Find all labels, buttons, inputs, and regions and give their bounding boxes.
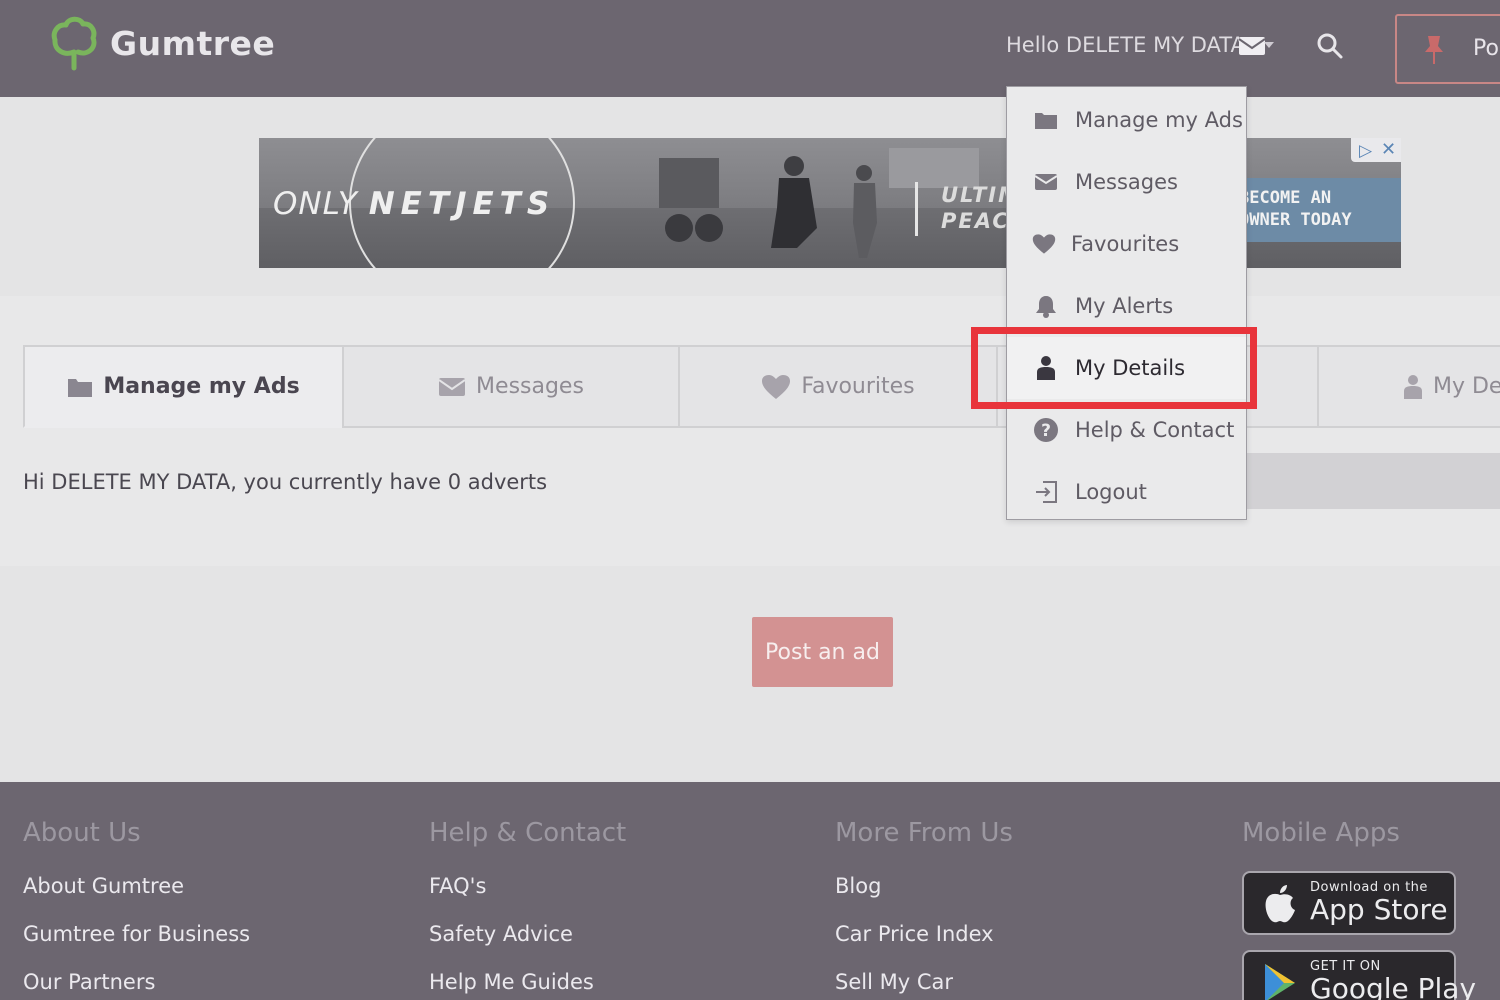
footer-link[interactable]: About Gumtree bbox=[23, 874, 250, 898]
envelope-icon bbox=[438, 377, 466, 397]
tab-favourites[interactable]: Favourites bbox=[678, 345, 998, 428]
google-play-badge[interactable]: GET IT ON Google Play bbox=[1242, 950, 1476, 1000]
ad-cta-line-2: OWNER TODAY bbox=[1239, 210, 1352, 230]
side-panel-bar bbox=[1246, 453, 1500, 509]
ad-cta[interactable]: BECOME AN OWNER TODAY bbox=[1231, 178, 1401, 242]
app-store-badge[interactable]: Download on the App Store bbox=[1242, 871, 1456, 935]
account-band bbox=[0, 296, 1500, 566]
footer-link[interactable]: Safety Advice bbox=[429, 922, 626, 946]
footer-column-apps: Mobile Apps bbox=[1242, 818, 1400, 874]
footer-column-more: More From Us Blog Car Price Index Sell M… bbox=[835, 818, 1013, 1000]
menu-item-my-details[interactable]: My Details bbox=[1007, 337, 1246, 399]
menu-item-label: Help & Contact bbox=[1075, 418, 1235, 442]
footer-link[interactable]: Sell My Car bbox=[835, 970, 1013, 994]
tab-label: Messages bbox=[476, 374, 584, 399]
logout-icon bbox=[1033, 480, 1059, 504]
ad-choices[interactable]: ▷ ✕ bbox=[1351, 138, 1401, 162]
ad-divider bbox=[915, 182, 918, 236]
bell-icon bbox=[1033, 294, 1059, 318]
menu-item-favourites[interactable]: Favourites bbox=[1007, 213, 1246, 275]
app-store-big: App Store bbox=[1310, 893, 1448, 926]
ad-brand: ONLY NETJETS bbox=[273, 186, 555, 222]
heart-icon bbox=[1031, 233, 1057, 255]
footer-link[interactable]: Help Me Guides bbox=[429, 970, 626, 994]
footer-link[interactable]: FAQ's bbox=[429, 874, 626, 898]
post-an-ad-button[interactable]: Post an ad bbox=[752, 617, 893, 687]
tab-my-details[interactable]: My De bbox=[1317, 345, 1500, 428]
tab-manage-my-ads[interactable]: Manage my Ads bbox=[23, 345, 344, 428]
menu-item-label: Logout bbox=[1075, 480, 1147, 504]
menu-item-messages[interactable]: Messages bbox=[1007, 151, 1246, 213]
menu-item-label: My Details bbox=[1075, 356, 1186, 380]
tab-label: Manage my Ads bbox=[103, 374, 300, 399]
logo-text: Gumtree bbox=[110, 23, 276, 63]
account-menu-trigger[interactable]: Hello DELETE MY DATA bbox=[1006, 33, 1245, 57]
account-dropdown-menu: Manage my Ads Messages Favourites My Ale… bbox=[1006, 86, 1247, 520]
envelope-icon[interactable] bbox=[1238, 36, 1266, 60]
google-play-icon bbox=[1262, 962, 1298, 1000]
pin-icon bbox=[1423, 34, 1445, 70]
menu-item-my-alerts[interactable]: My Alerts bbox=[1007, 275, 1246, 337]
footer-column-help: Help & Contact FAQ's Safety Advice Help … bbox=[429, 818, 626, 1000]
footer-heading: Mobile Apps bbox=[1242, 818, 1400, 848]
footer-heading: About Us bbox=[23, 818, 141, 848]
google-play-big: Google Play bbox=[1310, 972, 1477, 1000]
gumtree-logo[interactable]: Gumtree bbox=[50, 14, 275, 72]
folder-icon bbox=[67, 376, 93, 398]
footer-column-about: About Us About Gumtree Gumtree for Busin… bbox=[23, 818, 250, 1000]
tab-label: My De bbox=[1433, 374, 1500, 399]
ad-brand-only: ONLY bbox=[273, 186, 358, 222]
folder-icon bbox=[1033, 110, 1059, 130]
svg-text:?: ? bbox=[1041, 421, 1051, 441]
post-ad-header-button[interactable]: Po bbox=[1395, 14, 1500, 84]
menu-item-label: Favourites bbox=[1071, 232, 1180, 256]
close-icon[interactable]: ✕ bbox=[1381, 139, 1396, 160]
ad-cta-line-1: BECOME AN bbox=[1239, 188, 1332, 208]
envelope-icon bbox=[1033, 173, 1059, 191]
person-icon bbox=[1033, 355, 1059, 381]
footer: About Us About Gumtree Gumtree for Busin… bbox=[0, 782, 1500, 1000]
tree-logo-icon bbox=[51, 16, 97, 71]
adchoices-icon[interactable]: ▷ bbox=[1359, 141, 1372, 161]
chevron-down-icon[interactable] bbox=[1264, 42, 1274, 48]
footer-heading: More From Us bbox=[835, 818, 1013, 848]
ad-scene-figures bbox=[659, 148, 979, 258]
search-icon[interactable] bbox=[1316, 32, 1344, 64]
menu-item-label: Manage my Ads bbox=[1075, 108, 1243, 132]
adverts-greeting: Hi DELETE MY DATA, you currently have 0 … bbox=[23, 470, 548, 494]
menu-item-label: Messages bbox=[1075, 170, 1178, 194]
person-icon bbox=[1403, 374, 1423, 400]
header: Gumtree Hello DELETE MY DATA Po bbox=[0, 0, 1500, 97]
footer-link[interactable]: Our Partners bbox=[23, 970, 250, 994]
question-icon: ? bbox=[1033, 417, 1059, 443]
menu-item-manage-my-ads[interactable]: Manage my Ads bbox=[1007, 89, 1246, 151]
footer-heading: Help & Contact bbox=[429, 818, 627, 848]
tab-messages[interactable]: Messages bbox=[342, 345, 680, 428]
footer-link[interactable]: Blog bbox=[835, 874, 1013, 898]
footer-link[interactable]: Gumtree for Business bbox=[23, 922, 250, 946]
ad-brand-name: NETJETS bbox=[368, 186, 556, 222]
menu-item-logout[interactable]: Logout bbox=[1007, 461, 1246, 523]
footer-link[interactable]: Car Price Index bbox=[835, 922, 1013, 946]
heart-icon bbox=[761, 374, 791, 400]
menu-item-label: My Alerts bbox=[1075, 294, 1174, 318]
menu-item-help-contact[interactable]: ? Help & Contact bbox=[1007, 399, 1246, 461]
post-ad-header-label: Po bbox=[1473, 36, 1499, 61]
apple-icon bbox=[1262, 883, 1298, 929]
tab-label: Favourites bbox=[801, 374, 915, 399]
